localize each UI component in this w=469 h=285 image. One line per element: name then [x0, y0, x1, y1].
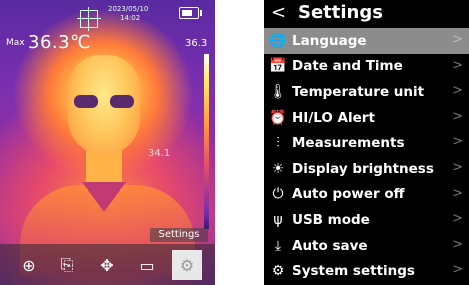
settings-header: < Settings: [264, 0, 469, 28]
chevron-right-icon: >: [452, 159, 463, 175]
menu-item-label: System settings: [292, 263, 415, 280]
gear-icon: ⚙: [271, 263, 285, 280]
target-icon[interactable]: ⊕: [14, 250, 44, 280]
power-icon: ⏻: [272, 186, 284, 203]
menu-item-label: Measurements: [292, 135, 405, 152]
chevron-right-icon: >: [452, 32, 463, 47]
settings-panel: < Settings 🌐 Language > 📅 Date and Time …: [264, 0, 469, 285]
chevron-right-icon: >: [452, 57, 463, 73]
brightness-icon: ☀: [271, 160, 285, 177]
menu-item-auto-power-off[interactable]: ⏻ Auto power off >: [264, 182, 469, 208]
chevron-right-icon: >: [452, 262, 463, 278]
globe-icon: 🌐: [269, 32, 287, 49]
chevron-right-icon: >: [452, 185, 463, 201]
chevron-right-icon: >: [452, 236, 463, 252]
spot-temp-value: 34.1: [148, 148, 171, 159]
download-icon: ⤓: [274, 237, 282, 254]
menu-item-label: Temperature unit: [292, 83, 425, 100]
menu-item-label: HI/LO Alert: [292, 109, 375, 126]
back-chevron-icon[interactable]: <: [271, 2, 286, 23]
max-temp-label: Max: [6, 38, 25, 48]
color-scale-bar: [204, 54, 209, 229]
move-icon[interactable]: ✥: [92, 250, 122, 280]
thermal-view: 2023/05/10 14:02 Max 36.3℃ 36.3 34.1 Set…: [0, 0, 215, 285]
battery-icon: [179, 7, 202, 19]
alarm-icon: ⏰: [269, 109, 287, 126]
menu-item-hilo-alert[interactable]: ⏰ HI/LO Alert >: [264, 105, 469, 131]
image-icon[interactable]: ▭: [132, 250, 162, 280]
menu-item-system-settings[interactable]: ⚙ System settings >: [264, 258, 469, 284]
chevron-right-icon: >: [452, 211, 463, 227]
chevron-right-icon: >: [452, 83, 463, 99]
flash-icon[interactable]: ⎘: [52, 250, 82, 280]
menu-item-label: Display brightness: [292, 160, 434, 177]
chevron-right-icon: >: [452, 108, 463, 124]
menu-item-language[interactable]: 🌐 Language >: [264, 28, 469, 54]
bottom-dock: ⊕ ⎘ ✥ ▭ ⚙: [0, 244, 215, 285]
usb-icon: ψ: [273, 211, 283, 228]
menu-item-display-brightness[interactable]: ☀ Display brightness >: [264, 156, 469, 182]
chevron-right-icon: >: [452, 134, 463, 150]
thermometer-icon: 🌡: [269, 83, 287, 100]
sliders-icon: ⫶: [276, 135, 280, 152]
calendar-clock-icon: 📅: [269, 58, 287, 75]
menu-item-label: Language: [292, 32, 367, 49]
settings-tooltip: Settings: [150, 228, 208, 242]
menu-item-measurements[interactable]: ⫶ Measurements >: [264, 130, 469, 156]
status-datetime: 2023/05/10 14:02: [108, 5, 149, 22]
settings-menu: 🌐 Language > 📅 Date and Time > 🌡 Tempera…: [264, 28, 469, 284]
thermal-glasses: [74, 95, 134, 109]
scale-top-value: 36.3: [185, 38, 208, 49]
menu-item-temperature-unit[interactable]: 🌡 Temperature unit >: [264, 79, 469, 105]
menu-item-date-time[interactable]: 📅 Date and Time >: [264, 54, 469, 80]
max-temp-value: 36.3℃: [28, 32, 91, 53]
menu-item-label: Auto save: [292, 237, 368, 254]
menu-item-label: Auto power off: [292, 186, 405, 203]
menu-item-usb-mode[interactable]: ψ USB mode >: [264, 207, 469, 233]
page-title: Settings: [298, 2, 383, 23]
menu-item-label: Date and Time: [292, 58, 403, 75]
menu-item-label: USB mode: [292, 211, 370, 228]
menu-item-auto-save[interactable]: ⤓ Auto save >: [264, 233, 469, 259]
center-crosshair-icon: [77, 7, 101, 31]
settings-gear-icon[interactable]: ⚙: [172, 250, 202, 280]
